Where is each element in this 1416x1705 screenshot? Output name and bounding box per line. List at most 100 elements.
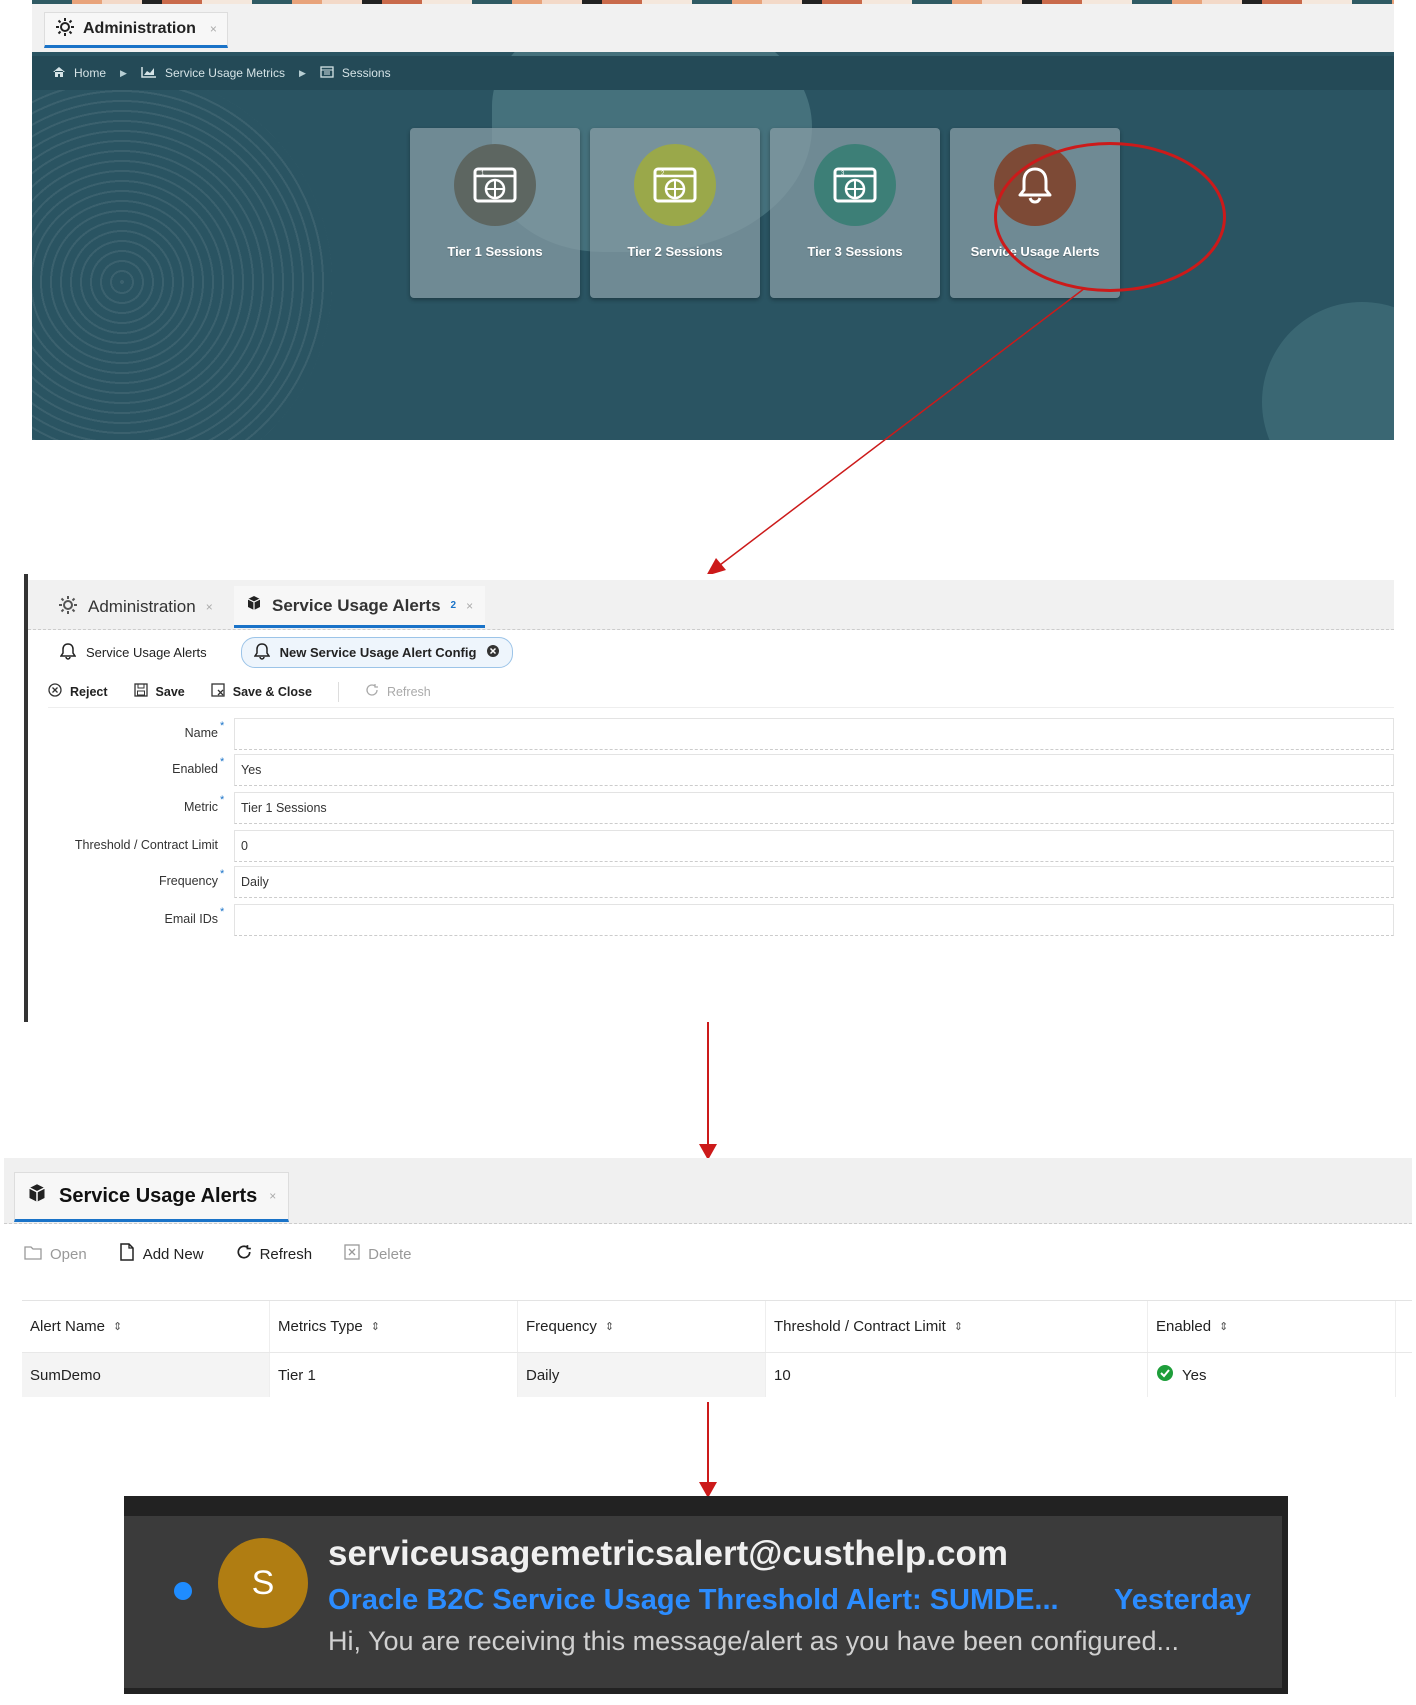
delete-icon: [344, 1244, 360, 1264]
cube-icon: [246, 595, 262, 616]
tier-2-globe-icon: 2: [653, 167, 697, 203]
tab-administration[interactable]: Administration ×: [44, 12, 228, 48]
save-button[interactable]: Save: [133, 683, 185, 700]
tile-tier-2-sessions[interactable]: 2 Tier 2 Sessions: [590, 128, 760, 298]
gear-icon: [55, 17, 75, 42]
required-marker: *: [220, 720, 225, 732]
close-icon[interactable]: ×: [210, 22, 217, 36]
subtab-bar: Service Usage Alerts New Service Usage A…: [48, 636, 514, 668]
tile-label: Tier 3 Sessions: [807, 244, 903, 259]
cell-alert-name: SumDemo: [22, 1353, 270, 1397]
save-label: Save: [155, 684, 185, 699]
tile-tier-1-sessions[interactable]: 1 Tier 1 Sessions: [410, 128, 580, 298]
cell-metrics-type: Tier 1: [270, 1353, 518, 1397]
chevron-right-icon: ▶: [298, 67, 306, 78]
tab-service-usage-alerts[interactable]: Service Usage Alerts ×: [14, 1172, 290, 1222]
field-label: Name: [184, 726, 218, 740]
enabled-value: Yes: [1182, 1366, 1207, 1384]
sort-icon: ⇕: [953, 1321, 963, 1333]
tab-count-badge: 2: [450, 600, 457, 611]
column-header-metrics-type[interactable]: Metrics Type ⇕: [270, 1301, 518, 1352]
alerts-list-panel: Service Usage Alerts × Open Add New Refr…: [4, 1158, 1416, 1402]
save-close-button[interactable]: Save & Close: [211, 683, 312, 700]
enabled-select[interactable]: Yes: [234, 754, 1394, 786]
refresh-label: Refresh: [386, 684, 431, 699]
field-label: Threshold / Contract Limit: [74, 838, 218, 852]
bell-icon: [59, 642, 77, 663]
tile-icon-circle: 2: [634, 144, 716, 226]
save-icon: [133, 683, 148, 700]
breadcrumb-service-usage-metrics[interactable]: Service Usage Metrics: [165, 66, 285, 80]
required-marker: *: [220, 906, 225, 918]
form-row-name: Name *: [28, 716, 1394, 750]
email-ids-input[interactable]: [234, 904, 1394, 936]
reject-button[interactable]: Reject: [48, 683, 108, 700]
email-subject: Oracle B2C Service Usage Threshold Alert…: [328, 1584, 1059, 1616]
field-label: Metric: [183, 800, 218, 814]
tab-label: Administration: [83, 20, 196, 37]
subtab-new-alert-config[interactable]: New Service Usage Alert Config: [240, 636, 514, 668]
tile-icon-circle: 3: [814, 144, 896, 226]
sort-icon: ⇕: [1219, 1321, 1229, 1333]
tile-label: Tier 1 Sessions: [447, 244, 543, 259]
background-pattern: [32, 72, 332, 440]
add-new-label: Add New: [142, 1245, 204, 1263]
close-icon[interactable]: ×: [206, 600, 213, 614]
email-sender: serviceusagemetricsalert@custhelp.com: [328, 1534, 1009, 1573]
check-circle-icon: [1156, 1364, 1174, 1386]
breadcrumb-home[interactable]: Home: [74, 66, 106, 80]
tab-bar: Administration × Service Usage Alerts 2 …: [28, 580, 1394, 630]
column-header-enabled[interactable]: Enabled ⇕: [1148, 1301, 1396, 1352]
tier-3-globe-icon: 3: [833, 167, 877, 203]
alerts-table: Alert Name ⇕ Metrics Type ⇕ Frequency ⇕ Thr…: [22, 1300, 1412, 1397]
required-marker: *: [220, 868, 225, 880]
sort-icon: ⇕: [113, 1321, 123, 1333]
window-icon: [320, 65, 334, 81]
sort-icon: ⇕: [604, 1321, 615, 1333]
flow-arrow: [707, 1402, 709, 1488]
cube-icon: [27, 1183, 47, 1209]
table-row[interactable]: SumDemo Tier 1 Daily 10 Yes: [22, 1353, 1412, 1397]
form-row-enabled: Enabled * Yes: [28, 752, 1394, 786]
subtab-service-usage-alerts[interactable]: Service Usage Alerts: [48, 638, 219, 667]
required-marker: *: [220, 756, 225, 768]
open-button[interactable]: Open: [24, 1245, 87, 1264]
refresh-button[interactable]: Refresh: [365, 683, 431, 700]
highlight-ring-annotation: [994, 142, 1226, 292]
gear-icon: [58, 595, 78, 620]
column-header-frequency[interactable]: Frequency ⇕: [518, 1301, 766, 1352]
delete-button[interactable]: Delete: [344, 1244, 411, 1264]
email-notification-panel[interactable]: S serviceusagemetricsalert@custhelp.com …: [124, 1496, 1288, 1694]
tab-service-usage-alerts[interactable]: Service Usage Alerts 2 ×: [234, 586, 486, 628]
close-icon[interactable]: ×: [269, 1189, 276, 1203]
cell-frequency: Daily: [518, 1353, 766, 1397]
column-label: Enabled: [1156, 1318, 1212, 1335]
tab-administration[interactable]: Administration ×: [46, 586, 225, 628]
add-new-button[interactable]: Add New: [119, 1243, 204, 1265]
close-icon[interactable]: ×: [466, 599, 473, 613]
refresh-icon: [365, 683, 379, 700]
tile-tier-3-sessions[interactable]: 3 Tier 3 Sessions: [770, 128, 940, 298]
admin-dashboard-panel: Administration × Home ▶ Service Usage Me…: [24, 4, 1394, 440]
form-row-threshold: Threshold / Contract Limit 0: [28, 828, 1394, 862]
field-label: Frequency: [158, 874, 218, 888]
home-icon: [52, 66, 66, 81]
table-header: Alert Name ⇕ Metrics Type ⇕ Frequency ⇕ Thr…: [22, 1301, 1412, 1353]
field-label: Email IDs: [164, 912, 218, 926]
frequency-select[interactable]: Daily: [234, 866, 1394, 898]
refresh-button[interactable]: Refresh: [236, 1244, 312, 1264]
new-alert-config-panel: Administration × Service Usage Alerts 2 …: [24, 574, 1394, 1022]
form-row-metric: Metric * Tier 1 Sessions: [28, 790, 1394, 824]
column-header-alert-name[interactable]: Alert Name ⇕: [22, 1301, 270, 1352]
breadcrumb-sessions: Sessions: [341, 66, 391, 80]
close-circle-icon[interactable]: [486, 644, 500, 661]
column-header-threshold[interactable]: Threshold / Contract Limit ⇕: [766, 1301, 1148, 1352]
subtab-label: New Service Usage Alert Config: [279, 644, 477, 660]
folder-icon: [24, 1245, 42, 1264]
threshold-input[interactable]: 0: [234, 830, 1394, 862]
avatar: S: [218, 1538, 308, 1628]
metric-select[interactable]: Tier 1 Sessions: [234, 792, 1394, 824]
save-close-icon: [211, 683, 225, 700]
name-input[interactable]: [234, 718, 1394, 750]
chart-icon: [141, 66, 157, 81]
